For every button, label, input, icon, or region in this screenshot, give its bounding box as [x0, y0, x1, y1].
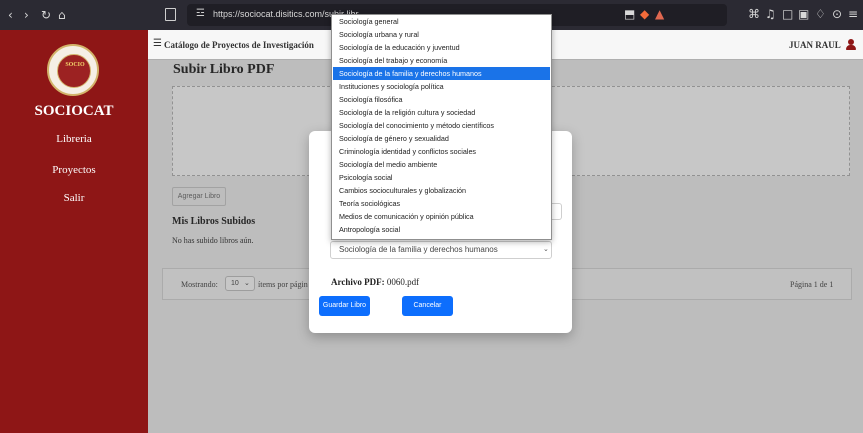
header-title: Catálogo de Proyectos de Investigación	[164, 40, 314, 50]
cancel-button[interactable]: Cancelar	[402, 296, 453, 316]
sidebar-item-salir[interactable]: Salir	[0, 192, 148, 204]
share-icon[interactable]: ⬒	[624, 7, 635, 21]
category-select[interactable]: Sociología de la familia y derechos huma…	[330, 241, 552, 259]
sidebar-item-libreria[interactable]: Libreria	[0, 133, 148, 145]
logo: SOCIO	[47, 44, 99, 96]
dropdown-option[interactable]: Sociología del medio ambiente	[333, 158, 550, 171]
chevron-down-icon: ⌄	[543, 245, 549, 253]
dropdown-option[interactable]: Cambios socioculturales y globalización	[333, 184, 550, 197]
dropdown-option[interactable]: Sociología de género y sexualidad	[333, 132, 550, 145]
pdf-filename: 0060.pdf	[386, 277, 420, 287]
dropdown-option-selected[interactable]: Sociología de la familia y derechos huma…	[333, 67, 550, 80]
dropdown-option[interactable]: Teoría sociológicas	[333, 197, 550, 210]
menu-icon[interactable]: ≡	[848, 7, 858, 21]
dropdown-option[interactable]: Instituciones y sociología política	[333, 80, 550, 93]
dropdown-option[interactable]: Sociología de la educación y juventud	[333, 41, 550, 54]
dropdown-option[interactable]: Medios de comunicación y opinión pública	[333, 210, 550, 223]
dropdown-option[interactable]: Criminología identidad y conflictos soci…	[333, 145, 550, 158]
music-icon[interactable]: ♫	[765, 7, 776, 21]
save-book-button[interactable]: Guardar Libro	[319, 296, 370, 316]
brave-shield-icon[interactable]: ◆	[640, 7, 649, 21]
user-icon[interactable]	[846, 39, 856, 51]
dropdown-option[interactable]: Psicología social	[333, 171, 550, 184]
sidebar-toggle-icon[interactable]: □	[782, 7, 793, 21]
extensions-icon[interactable]: ⌘	[748, 7, 760, 21]
dropdown-option[interactable]: Sociología urbana y rural	[333, 28, 550, 41]
back-icon[interactable]: ‹	[8, 8, 13, 22]
category-dropdown-list: Sociología general Sociología urbana y r…	[331, 14, 552, 240]
dropdown-option[interactable]: Antropología social	[333, 223, 550, 236]
vpn-icon[interactable]: ⊙	[832, 7, 842, 21]
forward-icon[interactable]: ›	[24, 8, 29, 22]
site-info-icon[interactable]: ☲	[196, 8, 205, 19]
screenshot-icon[interactable]: ▣	[798, 7, 809, 21]
reload-icon[interactable]: ↻	[41, 8, 51, 22]
dropdown-option[interactable]: Sociología general	[333, 15, 550, 28]
dropdown-option[interactable]: Sociología del trabajo y economía	[333, 54, 550, 67]
logo-text: SOCIO	[65, 62, 85, 68]
brand-name: SOCIOCAT	[34, 103, 114, 119]
pdf-file-label: Archivo PDF: 0060.pdf	[331, 277, 419, 287]
rewards-icon[interactable]: ▲	[655, 7, 664, 21]
sidebar-item-proyectos[interactable]: Proyectos	[0, 164, 148, 176]
leo-icon[interactable]: ♢	[815, 7, 826, 21]
dropdown-option[interactable]: Sociología del conocimiento y método cie…	[333, 119, 550, 132]
hamburger-icon[interactable]: ☰	[153, 38, 162, 49]
pdf-label: Archivo PDF:	[331, 277, 385, 287]
home-icon[interactable]: ⌂	[58, 8, 66, 22]
bookmark-icon[interactable]	[165, 8, 176, 21]
dropdown-option[interactable]: Sociología filosófica	[333, 93, 550, 106]
user-name[interactable]: JUAN RAUL	[789, 40, 841, 50]
dropdown-option[interactable]: Sociología de la religión cultura y soci…	[333, 106, 550, 119]
